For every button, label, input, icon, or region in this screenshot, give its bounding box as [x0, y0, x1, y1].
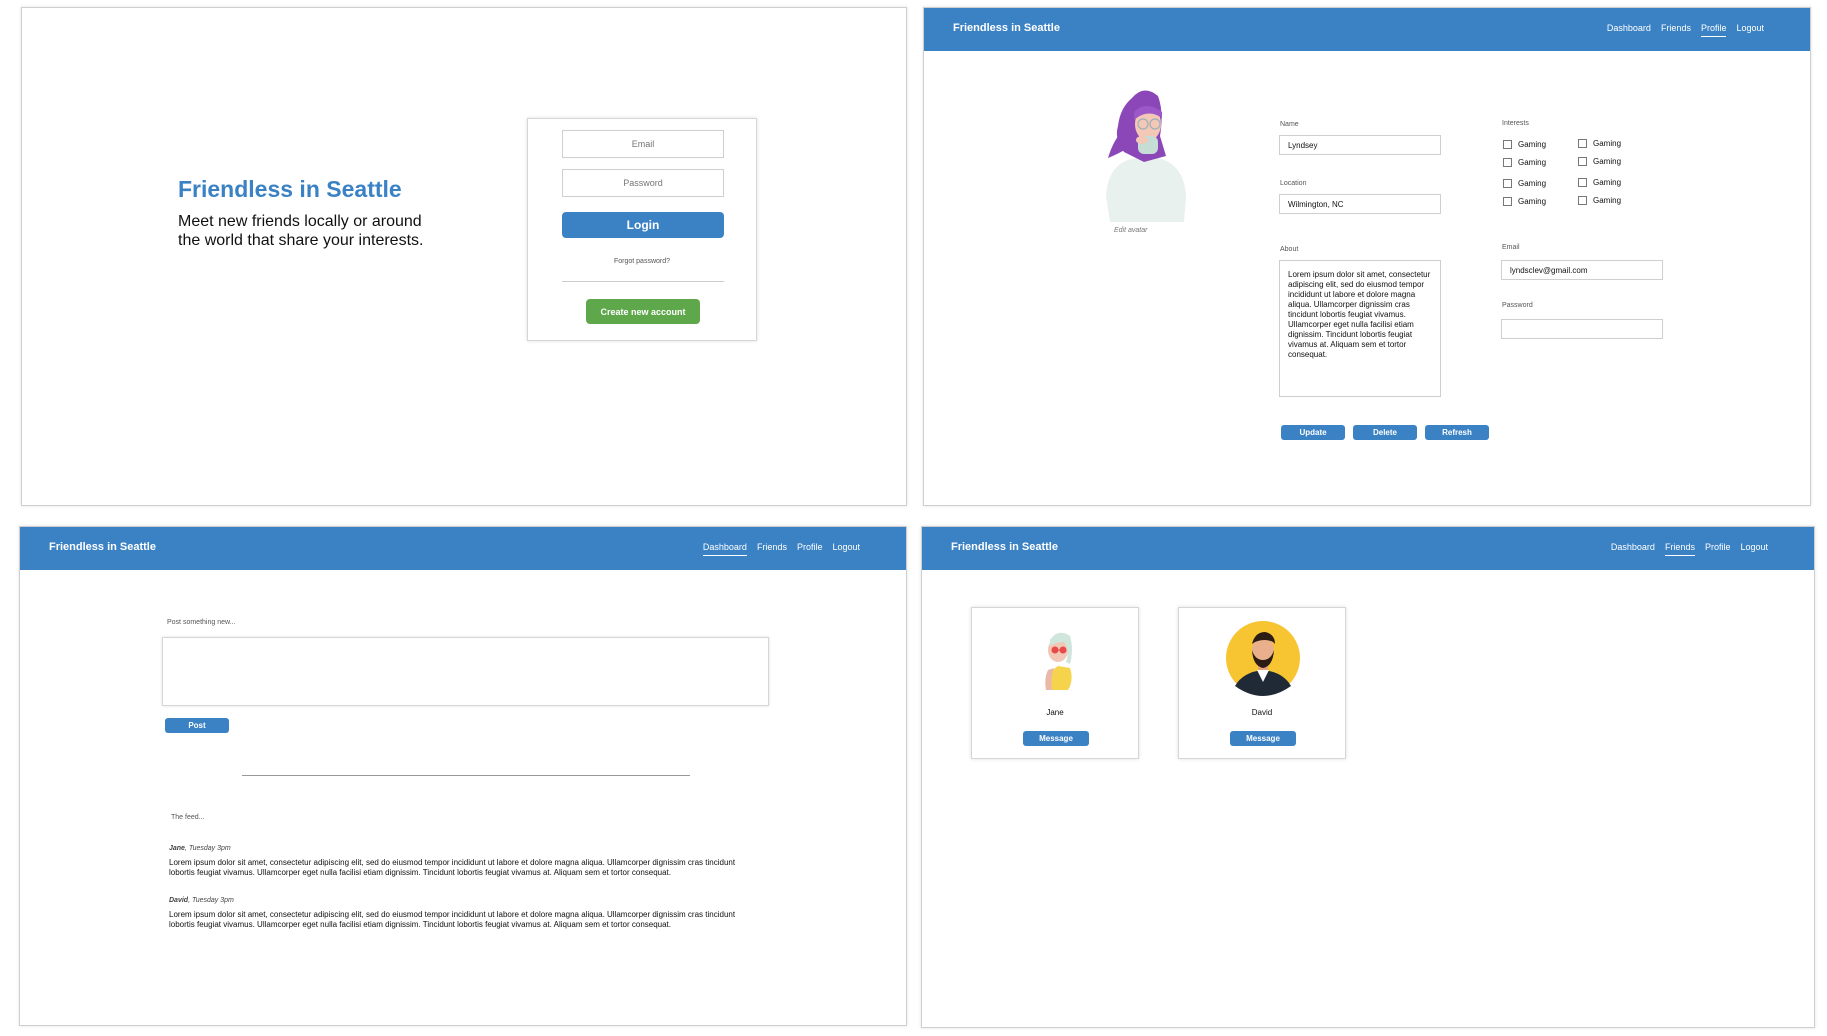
jane-avatar-icon: [1045, 632, 1072, 690]
name-label: Name: [1280, 121, 1299, 128]
checkbox-icon[interactable]: [1503, 140, 1512, 149]
login-screen: Friendless in Seattle Meet new friends l…: [21, 7, 907, 506]
login-button[interactable]: Login: [562, 212, 724, 238]
nav-logout[interactable]: Logout: [832, 542, 860, 556]
interest-checkbox[interactable]: Gaming: [1578, 157, 1621, 166]
email-label: Email: [1502, 244, 1520, 251]
password-field[interactable]: [562, 169, 724, 197]
feed-item: Jane, Tuesday 3pm Lorem ipsum dolor sit …: [169, 845, 749, 878]
nav-menu: Dashboard Friends Profile Logout: [702, 542, 860, 556]
location-label: Location: [1280, 180, 1307, 187]
create-account-button[interactable]: Create new account: [586, 299, 700, 324]
feed-time: , Tuesday 3pm: [184, 845, 231, 852]
nav-logout[interactable]: Logout: [1740, 542, 1768, 556]
navbar: Friendless in Seattle Dashboard Friends …: [922, 527, 1814, 570]
login-subtitle: Meet new friends locally or around the w…: [178, 213, 424, 249]
navbar: Friendless in Seattle Dashboard Friends …: [20, 527, 906, 570]
brand[interactable]: Friendless in Seattle: [953, 22, 1060, 34]
feed-author[interactable]: Jane: [169, 845, 185, 852]
friends-screen: Friendless in Seattle Dashboard Friends …: [921, 526, 1815, 1028]
nav-dashboard[interactable]: Dashboard: [1611, 542, 1655, 556]
checkbox-icon[interactable]: [1578, 157, 1587, 166]
feed-item: David, Tuesday 3pm Lorem ipsum dolor sit…: [169, 897, 749, 930]
nav-menu: Dashboard Friends Profile Logout: [1607, 23, 1764, 37]
checkbox-icon[interactable]: [1578, 139, 1587, 148]
interest-checkbox[interactable]: Gaming: [1503, 197, 1546, 206]
friend-card: David Message: [1178, 607, 1346, 759]
refresh-button[interactable]: Refresh: [1425, 425, 1489, 440]
delete-button[interactable]: Delete: [1353, 425, 1417, 440]
nav-friends[interactable]: Friends: [757, 542, 787, 556]
email-field[interactable]: [1501, 260, 1663, 280]
interest-label: Gaming: [1593, 178, 1622, 187]
feed-time: , Tuesday 3pm: [188, 897, 234, 904]
nav-menu: Dashboard Friends Profile Logout: [1611, 542, 1768, 556]
login-card: Login Forgot password? Create new accoun…: [527, 118, 757, 341]
message-button[interactable]: Message: [1230, 731, 1296, 746]
dashboard-screen: Friendless in Seattle Dashboard Friends …: [19, 526, 907, 1026]
interest-label: Gaming: [1518, 197, 1547, 206]
interest-checkbox[interactable]: Gaming: [1578, 196, 1621, 205]
nav-profile[interactable]: Profile: [797, 542, 823, 556]
interests-label: Interests: [1502, 120, 1529, 127]
feed-meta: Jane, Tuesday 3pm: [169, 845, 749, 852]
feed-label: The feed...: [171, 814, 205, 821]
password-field[interactable]: [1501, 319, 1663, 339]
update-button[interactable]: Update: [1281, 425, 1345, 440]
divider: [242, 775, 690, 776]
about-field[interactable]: Lorem ipsum dolor sit amet, consectetur …: [1279, 260, 1441, 397]
post-button[interactable]: Post: [165, 718, 229, 733]
forgot-password-link[interactable]: Forgot password?: [528, 258, 756, 265]
nav-friends[interactable]: Friends: [1664, 542, 1695, 556]
david-avatar-icon: [1226, 621, 1300, 696]
avatar[interactable]: [1084, 78, 1204, 228]
login-title: Friendless in Seattle: [178, 176, 402, 202]
about-label: About: [1280, 246, 1299, 253]
nav-dashboard[interactable]: Dashboard: [702, 542, 747, 556]
interest-label: Gaming: [1518, 140, 1547, 149]
interest-label: Gaming: [1593, 157, 1622, 166]
interest-checkbox[interactable]: Gaming: [1578, 139, 1621, 148]
nav-profile[interactable]: Profile: [1705, 542, 1731, 556]
nav-profile[interactable]: Profile: [1700, 23, 1727, 37]
location-field[interactable]: [1279, 194, 1441, 214]
interest-label: Gaming: [1518, 179, 1547, 188]
nav-logout[interactable]: Logout: [1736, 23, 1764, 37]
woman-avatar-icon: [1106, 90, 1186, 222]
friend-name: Jane: [1046, 708, 1064, 717]
interest-checkbox[interactable]: Gaming: [1503, 179, 1546, 188]
nav-friends[interactable]: Friends: [1661, 23, 1691, 37]
interest-label: Gaming: [1593, 139, 1622, 148]
feed-text: Lorem ipsum dolor sit amet, consectetur …: [169, 910, 736, 929]
friend-name: David: [1251, 708, 1273, 717]
brand[interactable]: Friendless in Seattle: [49, 541, 156, 553]
post-input[interactable]: [162, 637, 769, 706]
checkbox-icon[interactable]: [1503, 197, 1512, 206]
navbar: Friendless in Seattle Dashboard Friends …: [924, 8, 1810, 51]
interest-label: Gaming: [1593, 196, 1622, 205]
checkbox-icon[interactable]: [1503, 179, 1512, 188]
edit-avatar-link[interactable]: Edit avatar: [1114, 227, 1147, 234]
post-label: Post something new...: [167, 619, 236, 626]
interest-checkbox[interactable]: Gaming: [1503, 158, 1546, 167]
interest-checkbox[interactable]: Gaming: [1578, 178, 1621, 187]
nav-dashboard[interactable]: Dashboard: [1607, 23, 1651, 37]
checkbox-icon[interactable]: [1503, 158, 1512, 167]
message-button[interactable]: Message: [1023, 731, 1089, 746]
interest-checkbox[interactable]: Gaming: [1503, 140, 1546, 149]
profile-screen: Friendless in Seattle Dashboard Friends …: [923, 7, 1811, 506]
name-field[interactable]: [1279, 135, 1441, 155]
brand[interactable]: Friendless in Seattle: [951, 541, 1058, 553]
interest-label: Gaming: [1518, 158, 1547, 167]
email-field[interactable]: [562, 130, 724, 158]
feed-meta: David, Tuesday 3pm: [169, 897, 749, 904]
checkbox-icon[interactable]: [1578, 178, 1587, 187]
feed-author[interactable]: David: [169, 897, 188, 904]
checkbox-icon[interactable]: [1578, 196, 1587, 205]
friend-card: Jane Message: [971, 607, 1139, 759]
password-label: Password: [1502, 302, 1533, 309]
feed-text: Lorem ipsum dolor sit amet, consectetur …: [169, 858, 736, 877]
divider: [562, 281, 724, 282]
